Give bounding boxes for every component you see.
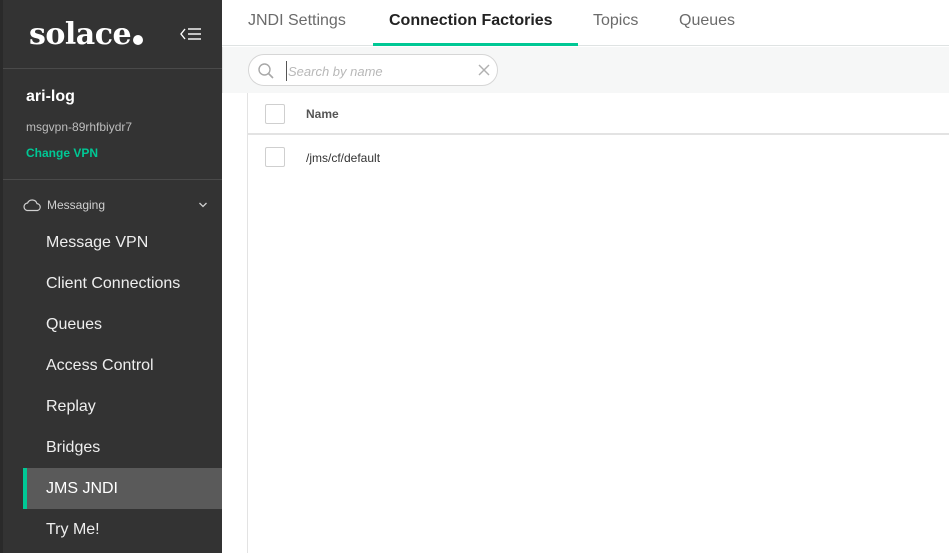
cloud-icon [23,199,41,212]
divider [3,68,222,69]
sidebar-item-access-control[interactable]: Access Control [23,345,222,386]
clear-search-icon[interactable] [478,64,490,76]
tab-bar: JNDI Settings Connection Factories Topic… [222,0,949,46]
main-content: JNDI Settings Connection Factories Topic… [222,0,949,553]
search-icon [258,63,274,79]
active-tab-indicator [373,43,578,46]
vpn-id: msgvpn-89rhfbiydr7 [26,120,133,134]
sidebar-item-bridges[interactable]: Bridges [23,427,222,468]
sidebar-item-label: Try Me! [46,520,100,538]
tab-jndi-settings[interactable]: JNDI Settings [248,12,346,46]
vpn-name: ari-log [26,88,75,105]
tab-topics[interactable]: Topics [593,12,638,46]
search-input[interactable] [286,61,466,81]
column-header-name: Name [306,107,339,121]
sidebar: solace ari-log msgvpn-89rhfbiydr7 Change… [0,0,222,553]
connection-factories-table: Name /jms/cf/default [247,93,949,553]
section-label: Messaging [47,198,106,212]
sidebar-item-client-connections[interactable]: Client Connections [23,263,222,304]
sidebar-item-label: Access Control [46,356,154,374]
solace-logo[interactable]: solace [29,14,144,54]
sidebar-item-label: Replay [46,397,96,415]
collapse-sidebar-icon[interactable] [180,26,202,42]
sidebar-item-label: Client Connections [46,274,181,292]
sidebar-item-label: JMS JNDI [46,479,118,497]
row-checkbox[interactable] [265,147,285,167]
tab-queues[interactable]: Queues [679,12,735,46]
row-name-cell: /jms/cf/default [306,151,381,165]
table-row[interactable]: /jms/cf/default [248,137,949,181]
select-all-checkbox[interactable] [265,104,285,124]
sidebar-item-jms-jndi[interactable]: JMS JNDI [23,468,222,509]
sidebar-item-try-me[interactable]: Try Me! [23,509,222,550]
sidebar-item-replay[interactable]: Replay [23,386,222,427]
messaging-section-toggle[interactable]: Messaging [22,196,208,214]
sidebar-item-label: Queues [46,315,103,333]
chevron-down-icon [199,202,207,208]
sidebar-item-queues[interactable]: Queues [23,304,222,345]
sidebar-item-label: Bridges [46,438,101,456]
brand-name: solace [29,16,132,52]
change-vpn-link[interactable]: Change VPN [26,146,98,160]
brand-dot-icon [133,35,144,45]
table-header: Name [248,93,949,135]
search-toolbar [222,47,949,93]
divider [3,179,222,180]
search-box [248,54,498,86]
sidebar-item-label: Message VPN [46,233,149,251]
tab-connection-factories[interactable]: Connection Factories [389,12,553,46]
sidebar-item-message-vpn[interactable]: Message VPN [23,222,222,263]
